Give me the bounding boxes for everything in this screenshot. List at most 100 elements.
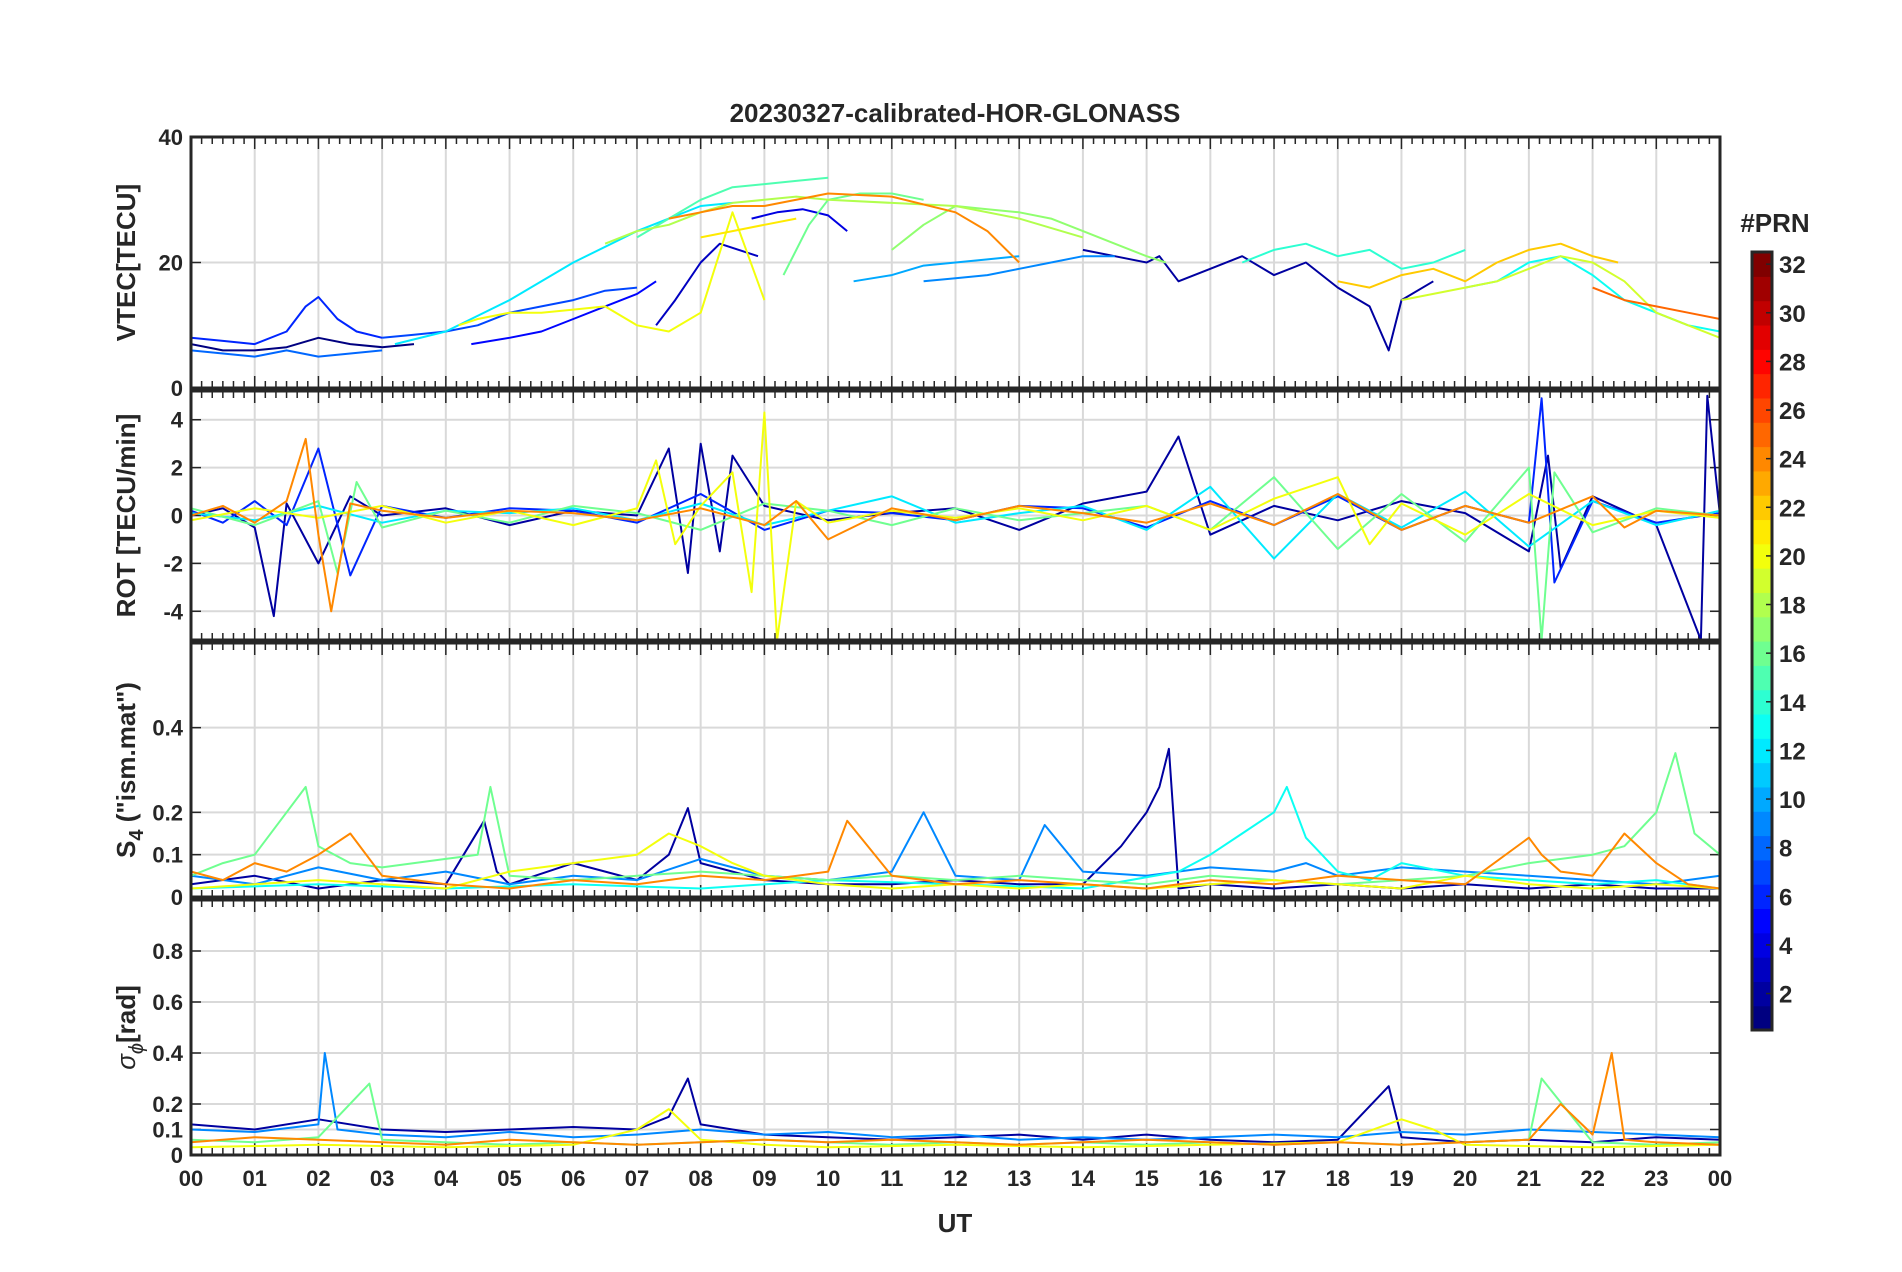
series-line-prn-10 bbox=[853, 255, 1020, 283]
colorbar-swatch bbox=[1752, 713, 1772, 739]
y-axis-label: VTEC[TECU] bbox=[111, 184, 141, 341]
x-tick-label: 04 bbox=[434, 1166, 459, 1191]
x-tick-label: 16 bbox=[1198, 1166, 1222, 1191]
colorbar-tick-label: 2 bbox=[1779, 982, 1792, 1009]
series-line-prn-18 bbox=[604, 195, 1084, 245]
y-tick-label: 0.2 bbox=[152, 1092, 183, 1117]
y-tick-label: 2 bbox=[171, 456, 183, 481]
colorbar: #PRN 2468101214161820222426283032 bbox=[1740, 208, 1810, 1032]
colorbar-tick-label: 10 bbox=[1779, 787, 1806, 814]
x-tick-label: 10 bbox=[816, 1166, 840, 1191]
y-tick-label: 0.1 bbox=[152, 1118, 183, 1143]
series-line-prn-4 bbox=[751, 208, 848, 232]
x-tick-label: 14 bbox=[1071, 1166, 1096, 1191]
x-tick-label: 18 bbox=[1326, 1166, 1350, 1191]
colorbar-swatch bbox=[1752, 762, 1772, 788]
y-tick-label: -4 bbox=[163, 599, 183, 624]
colorbar-swatch bbox=[1752, 859, 1772, 885]
colorbar-tick-label: 18 bbox=[1779, 593, 1806, 620]
x-tick-label: 15 bbox=[1134, 1166, 1158, 1191]
x-tick-label: 00 bbox=[1708, 1166, 1732, 1191]
x-tick-label: 20 bbox=[1453, 1166, 1477, 1191]
y-tick-label: 0.4 bbox=[152, 716, 183, 741]
x-tick-label: 13 bbox=[1007, 1166, 1031, 1191]
panel-s4: 0 0.1 0.2 0.4S4 ("ism.mat") bbox=[111, 641, 1722, 910]
colorbar-tick-label: 16 bbox=[1779, 641, 1806, 668]
series-line-prn-19 bbox=[1401, 255, 1720, 339]
series-line-prn-8 bbox=[191, 349, 383, 358]
colorbar-swatch bbox=[1752, 1005, 1772, 1031]
panels: 02040VTEC[TECU]-4-2024ROT [TECU/min]00.1… bbox=[111, 125, 1732, 1191]
colorbar-tick-label: 26 bbox=[1779, 398, 1806, 425]
colorbar-swatch bbox=[1752, 568, 1772, 593]
series-line-prn-20 bbox=[458, 211, 766, 333]
x-tick-label: 06 bbox=[561, 1166, 585, 1191]
series-line-prn-21 bbox=[700, 217, 797, 239]
y-axis-label: S4 ("ism.mat") bbox=[111, 682, 148, 858]
colorbar-label: #PRN bbox=[1740, 208, 1809, 238]
x-tick-label: 21 bbox=[1517, 1166, 1541, 1191]
colorbar-swatch bbox=[1752, 811, 1772, 837]
x-tick-label: 19 bbox=[1389, 1166, 1413, 1191]
colorbar-swatch bbox=[1752, 616, 1772, 642]
panel-vtec: 0 20 40 VTEC[TECU] bbox=[111, 125, 1722, 401]
x-tick-label: 12 bbox=[943, 1166, 967, 1191]
colorbar-tick-label: 14 bbox=[1779, 690, 1806, 717]
colorbar-tick-label: 32 bbox=[1779, 252, 1806, 279]
y-tick-label: 0 bbox=[171, 1143, 183, 1168]
y-tick-label: 40 bbox=[159, 125, 183, 150]
y-tick-label: 0.2 bbox=[152, 800, 183, 825]
x-tick-label: 07 bbox=[625, 1166, 649, 1191]
y-tick-label: 0 bbox=[171, 376, 183, 401]
colorbar-tick-label: 30 bbox=[1779, 301, 1806, 328]
colorbar-swatch bbox=[1752, 276, 1772, 302]
panel-rot: -4 -2 0 2 4 ROT [TECU/min] bbox=[111, 389, 1722, 642]
colorbar-tick-label: 28 bbox=[1779, 349, 1806, 376]
x-tick-label: 11 bbox=[880, 1166, 903, 1191]
y-tick-label: -2 bbox=[163, 551, 183, 576]
colorbar-tick-label: 20 bbox=[1779, 544, 1806, 571]
colorbar-swatch bbox=[1752, 470, 1772, 496]
colorbar-swatch bbox=[1752, 957, 1772, 982]
series-line-prn-5 bbox=[471, 280, 657, 346]
y-tick-label: 20 bbox=[159, 251, 183, 276]
figure: 20230327-calibrated-HOR-GLONASS 02040VTE… bbox=[111, 98, 1810, 1238]
x-tick-label: 05 bbox=[497, 1166, 521, 1191]
x-tick-label: 08 bbox=[688, 1166, 712, 1191]
colorbar-tick-label: 6 bbox=[1779, 884, 1792, 911]
x-tick-label: 22 bbox=[1580, 1166, 1604, 1191]
colorbar-swatch bbox=[1752, 324, 1772, 350]
y-tick-label: 0.8 bbox=[152, 939, 183, 964]
colorbar-tick-label: 24 bbox=[1779, 447, 1806, 474]
series-line-prn-15 bbox=[636, 176, 829, 239]
colorbar-swatch bbox=[1752, 373, 1772, 399]
x-tick-label: 00 bbox=[179, 1166, 203, 1191]
x-tick-label: 09 bbox=[752, 1166, 776, 1191]
y-tick-label: 4 bbox=[171, 408, 184, 433]
y-tick-label: 0.6 bbox=[152, 990, 183, 1015]
colorbar-tick-label: 22 bbox=[1779, 495, 1806, 522]
figure-title: 20230327-calibrated-HOR-GLONASS bbox=[730, 98, 1181, 128]
series-line-prn-1 bbox=[191, 336, 415, 352]
series-line-prn-14 bbox=[1241, 242, 1466, 270]
y-tick-label: 0.1 bbox=[152, 843, 183, 868]
y-axis-label: σϕ[rad] bbox=[111, 985, 148, 1070]
x-tick-label: 03 bbox=[370, 1166, 394, 1191]
x-tick-label: 23 bbox=[1644, 1166, 1668, 1191]
y-tick-label: 0 bbox=[171, 504, 183, 529]
x-tick-label: 17 bbox=[1262, 1166, 1286, 1191]
series-line-prn-3 bbox=[655, 242, 759, 326]
colorbar-tick-label: 8 bbox=[1779, 836, 1792, 863]
x-axis-label: UT bbox=[938, 1208, 973, 1238]
panel-sigma: 00.10.2 0.4 0.6 0.8σϕ[rad] 00 01 02 03 04 05 06 07 0… bbox=[111, 898, 1732, 1191]
y-tick-label: 0.4 bbox=[152, 1041, 183, 1066]
colorbar-swatch bbox=[1752, 908, 1772, 934]
colorbar-swatch bbox=[1752, 422, 1772, 448]
x-tick-label: 01 bbox=[242, 1166, 266, 1191]
colorbar-swatch bbox=[1752, 665, 1772, 691]
colorbar-swatch bbox=[1752, 519, 1772, 545]
x-tick-label: 02 bbox=[306, 1166, 330, 1191]
y-axis-label: ROT [TECU/min] bbox=[111, 414, 141, 618]
colorbar-tick-label: 4 bbox=[1779, 933, 1793, 960]
series-line-prn-6 bbox=[191, 296, 383, 346]
